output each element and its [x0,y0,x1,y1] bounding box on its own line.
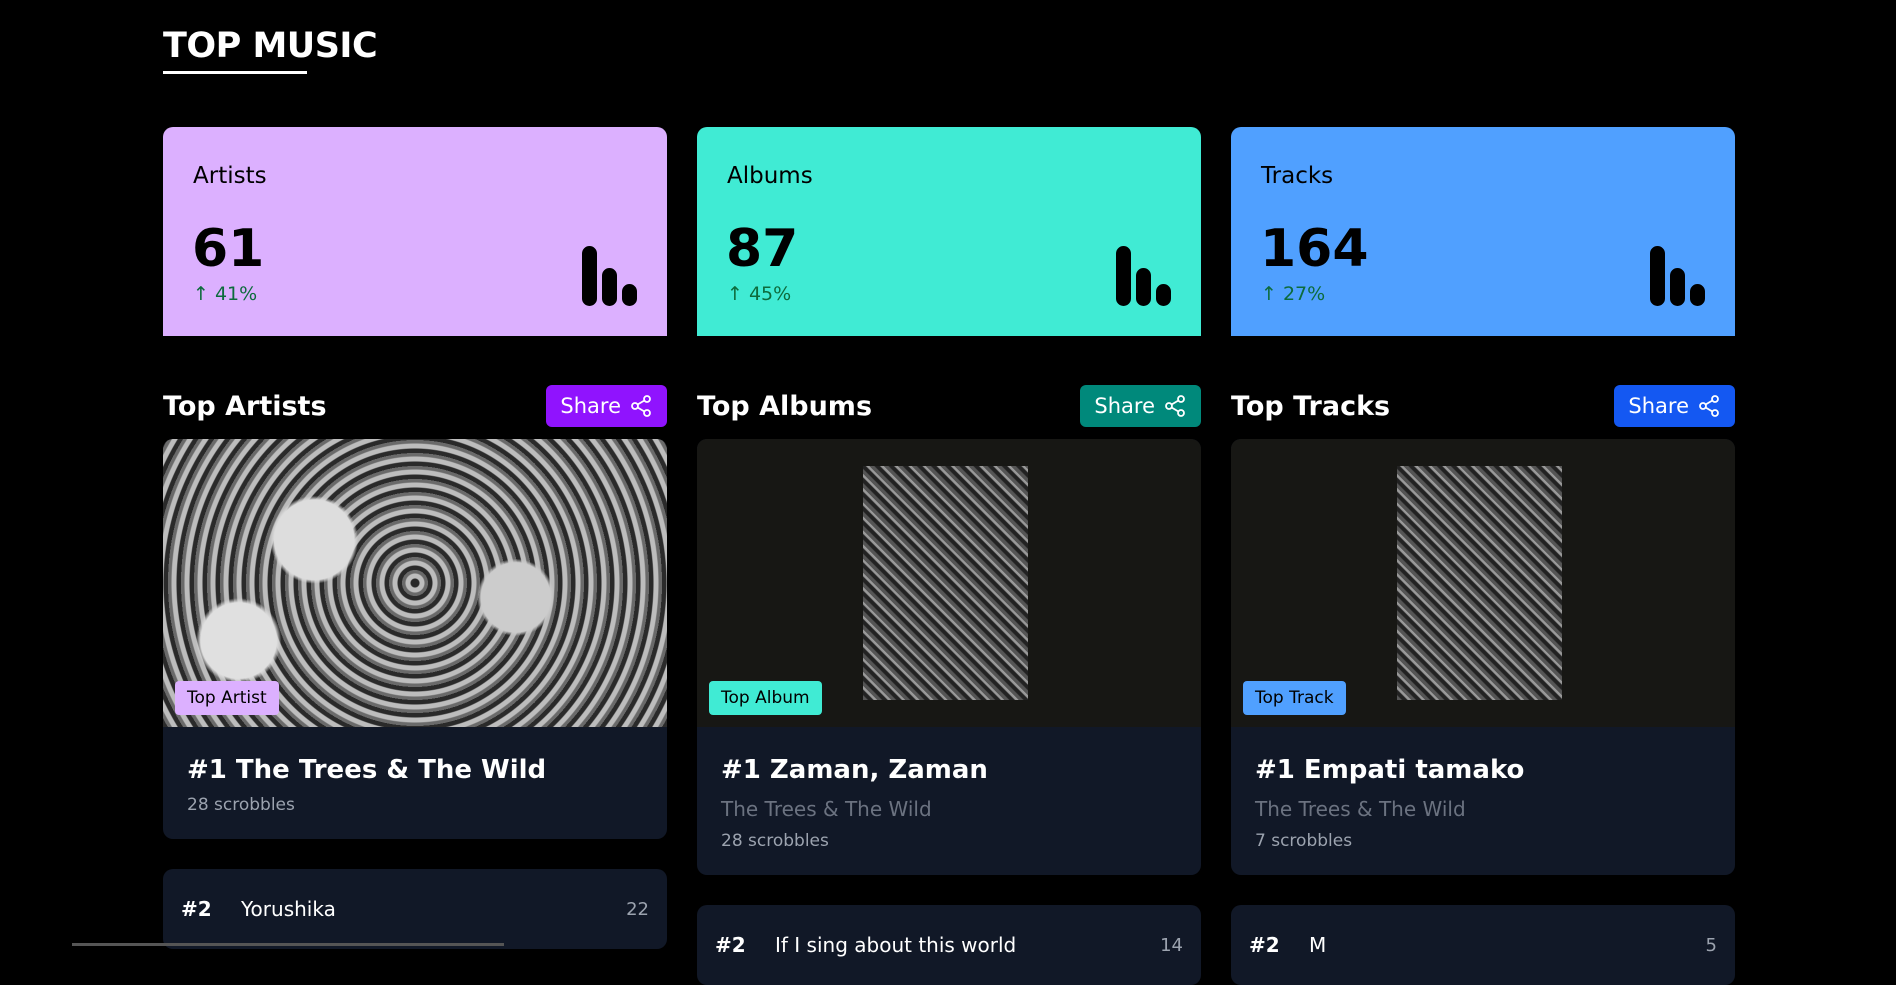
stat-card-artists: Artists 61 ↑ 41% [163,127,667,336]
top-item-title: #1 Empati tamako [1255,755,1525,785]
card-body: #1 Empati tamako The Trees & The Wild 7 … [1231,727,1735,875]
list-name: Yorushika [241,897,336,921]
column-title: Top Tracks [1231,390,1391,422]
stat-value: 61 [192,219,265,279]
top-item-title: #1 Zaman, Zaman [721,755,988,785]
artist-name: The Trees & The Wild [721,797,932,821]
scrobble-count: 28 scrobbles [187,795,295,815]
card-body: #1 The Trees & The Wild 28 scrobbles [163,727,667,839]
share-label: Share [1094,394,1155,418]
album-art [1397,466,1562,700]
stat-label: Artists [193,163,267,189]
list-rank: #2 [181,897,212,921]
stat-value: 87 [726,219,799,279]
stat-label: Albums [727,163,813,189]
bar-chart-icon [1116,246,1171,306]
artist-name: The Trees & The Wild [1255,797,1466,821]
scrobble-count: 7 scrobbles [1255,831,1353,851]
stat-change: ↑ 45% [727,283,792,305]
artist-image: Top Artist [163,439,667,727]
stat-change: ↑ 27% [1261,283,1326,305]
page: TOP MUSIC Artists 61 ↑ 41% Albums 87 ↑ 4… [163,0,1735,985]
rank-badge: Top Artist [175,681,279,715]
top-lists: Top Artists Share Top Artist #1 The Tree… [163,385,1735,985]
album-cover-image: Top Album [697,439,1201,727]
stat-card-tracks: Tracks 164 ↑ 27% [1231,127,1735,336]
stat-value: 164 [1260,219,1369,279]
top-albums-column: Top Albums Share Top Album #1 Zaman, Zam… [697,385,1201,985]
share-icon [631,395,651,417]
bar-chart-icon [1650,246,1705,306]
list-item[interactable]: #2 If I sing about this world 14 [697,905,1201,985]
column-title: Top Artists [163,390,327,422]
share-label: Share [560,394,621,418]
stat-card-albums: Albums 87 ↑ 45% [697,127,1201,336]
column-title: Top Albums [697,390,873,422]
stat-label: Tracks [1261,163,1334,189]
share-icon [1699,395,1719,417]
track-cover-image: Top Track [1231,439,1735,727]
album-art [863,466,1028,700]
column-header: Top Tracks Share [1231,385,1735,427]
bar-chart-icon [582,246,637,306]
list-count: 14 [1160,934,1183,956]
top-artists-column: Top Artists Share Top Artist #1 The Tree… [163,385,667,985]
scrobble-count: 28 scrobbles [721,831,829,851]
share-button[interactable]: Share [1614,385,1735,427]
list-rank: #2 [715,933,746,957]
card-body: #1 Zaman, Zaman The Trees & The Wild 28 … [697,727,1201,875]
column-header: Top Artists Share [163,385,667,427]
share-button[interactable]: Share [1080,385,1201,427]
page-title: TOP MUSIC [163,26,378,66]
top-item-title: #1 The Trees & The Wild [187,755,547,785]
top-tracks-column: Top Tracks Share Top Track #1 Empati tam… [1231,385,1735,985]
list-count: 5 [1705,934,1717,956]
title-underline [163,71,307,74]
list-item[interactable]: #2 Yorushika 22 [163,869,667,949]
top-item-card[interactable]: Top Album #1 Zaman, Zaman The Trees & Th… [697,439,1201,875]
rank-badge: Top Album [709,681,822,715]
list-name: M [1309,933,1327,957]
column-header: Top Albums Share [697,385,1201,427]
list-item[interactable]: #2 M 5 [1231,905,1735,985]
list-count: 22 [626,898,649,920]
list-rank: #2 [1249,933,1280,957]
top-item-card[interactable]: Top Track #1 Empati tamako The Trees & T… [1231,439,1735,875]
share-icon [1165,395,1185,417]
list-name: If I sing about this world [775,933,1017,957]
stats-row: Artists 61 ↑ 41% Albums 87 ↑ 45% Tracks … [163,127,1735,336]
share-label: Share [1628,394,1689,418]
top-item-card[interactable]: Top Artist #1 The Trees & The Wild 28 sc… [163,439,667,839]
rank-badge: Top Track [1243,681,1346,715]
stat-change: ↑ 41% [193,283,258,305]
share-button[interactable]: Share [546,385,667,427]
